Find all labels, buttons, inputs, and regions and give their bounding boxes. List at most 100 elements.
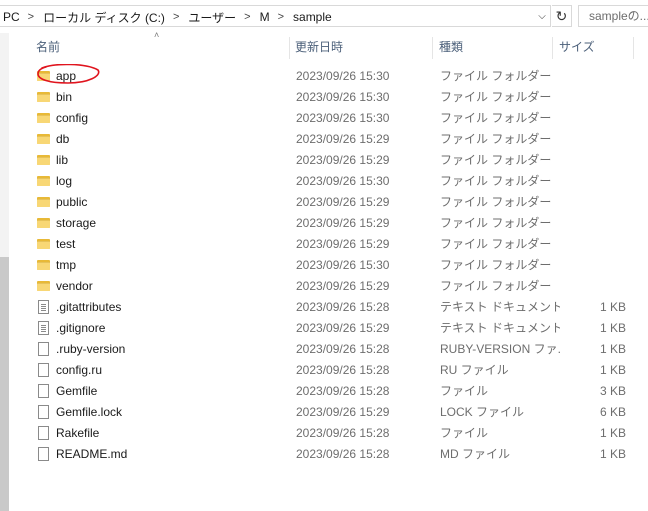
file-row-gitignore[interactable]: .gitignore 2023/09/26 15:29 テキスト ドキュメント 1 K… <box>30 317 648 338</box>
file-modified-date: 2023/09/26 15:29 <box>296 320 390 335</box>
file-type: ファイル フォルダー <box>440 69 552 83</box>
file-row-db[interactable]: db 2023/09/26 15:29 ファイル フォルダー <box>30 128 648 149</box>
file-modified-date: 2023/09/26 15:28 <box>296 446 390 461</box>
file-size <box>556 107 626 128</box>
file-modified-date: 2023/09/26 15:29 <box>296 236 390 251</box>
file-name: config.ru <box>56 362 103 377</box>
file-row-lib[interactable]: lib 2023/09/26 15:29 ファイル フォルダー <box>30 149 648 170</box>
file-name: db <box>56 131 70 146</box>
file-name: public <box>56 194 88 209</box>
file-modified-date: 2023/09/26 15:30 <box>296 173 390 188</box>
file-list: app 2023/09/26 15:30 ファイル フォルダー bin 2023/09/… <box>30 65 648 464</box>
column-header-size[interactable]: サイズ <box>559 33 619 60</box>
folder-icon <box>36 133 50 144</box>
file-row-gitattributes[interactable]: .gitattributes 2023/09/26 15:28 テキスト ドキュメン… <box>30 296 648 317</box>
column-divider[interactable] <box>552 37 553 59</box>
file-name: Gemfile <box>56 383 98 398</box>
column-header-date[interactable]: 更新日時 <box>295 33 435 60</box>
refresh-button[interactable]: ↻ <box>552 5 572 27</box>
file-row-gemfile-lock[interactable]: Gemfile.lock 2023/09/26 15:29 LOCK ファイル 6 K… <box>30 401 648 422</box>
file-modified-date: 2023/09/26 15:29 <box>296 152 390 167</box>
file-row-config[interactable]: config 2023/09/26 15:30 ファイル フォルダー <box>30 107 648 128</box>
breadcrumb-item[interactable]: PC <box>3 10 20 24</box>
file-size <box>556 212 626 233</box>
file-size <box>556 128 626 149</box>
file-modified-date: 2023/09/26 15:29 <box>296 194 390 209</box>
file-modified-date: 2023/09/26 15:30 <box>296 68 390 83</box>
file-modified-date: 2023/09/26 15:29 <box>296 278 390 293</box>
address-bar: PC > ローカル ディスク (C:) > ユーザー > M > sample ⌵ ↻ <box>0 0 648 33</box>
breadcrumb-item[interactable]: ローカル ディスク (C:) <box>43 9 165 26</box>
file-size: 1 KB <box>599 425 626 440</box>
address-history-button[interactable]: ⌵ <box>533 5 551 27</box>
file-row-log[interactable]: log 2023/09/26 15:30 ファイル フォルダー <box>30 170 648 191</box>
file-icon-cell <box>34 443 52 464</box>
file-type: ファイル フォルダー <box>440 258 552 272</box>
file-row-gemfile[interactable]: Gemfile 2023/09/26 15:28 ファイル 3 KB <box>30 380 648 401</box>
folder-icon <box>36 259 50 270</box>
folder-icon <box>36 70 50 81</box>
file-size <box>556 65 626 86</box>
file-size <box>556 86 626 107</box>
column-header-type-label: 種類 <box>439 40 464 54</box>
file-type: LOCK ファイル <box>440 405 525 419</box>
file-size: 1 KB <box>599 341 626 356</box>
file-icon <box>37 341 49 356</box>
file-row-app[interactable]: app 2023/09/26 15:30 ファイル フォルダー <box>30 65 648 86</box>
file-modified-date: 2023/09/26 15:28 <box>296 362 390 377</box>
file-row-tmp[interactable]: tmp 2023/09/26 15:30 ファイル フォルダー <box>30 254 648 275</box>
folder-icon <box>36 91 50 102</box>
breadcrumb[interactable]: PC > ローカル ディスク (C:) > ユーザー > M > sample <box>0 5 551 27</box>
column-header-name[interactable]: 名前 <box>36 33 286 60</box>
text-document-icon <box>37 320 49 335</box>
file-row-bin[interactable]: bin 2023/09/26 15:30 ファイル フォルダー <box>30 86 648 107</box>
file-icon-cell <box>34 86 52 107</box>
breadcrumb-chevron-icon[interactable]: > <box>173 11 179 23</box>
file-row-readme-md[interactable]: README.md 2023/09/26 15:28 MD ファイル 1 KB <box>30 443 648 464</box>
column-header-type[interactable]: 種類 <box>439 33 549 60</box>
file-type: MD ファイル <box>440 447 510 461</box>
file-modified-date: 2023/09/26 15:28 <box>296 425 390 440</box>
breadcrumb-item[interactable]: ユーザー <box>188 9 236 26</box>
column-divider[interactable] <box>289 37 290 59</box>
file-type: テキスト ドキュメント <box>440 321 560 335</box>
file-icon-cell <box>34 107 52 128</box>
file-row-config-ru[interactable]: config.ru 2023/09/26 15:28 RU ファイル 1 KB <box>30 359 648 380</box>
search-box[interactable] <box>578 5 648 27</box>
file-icon-cell <box>34 212 52 233</box>
file-row-ruby-version[interactable]: .ruby-version 2023/09/26 15:28 RUBY-VERSIO… <box>30 338 648 359</box>
breadcrumb-item[interactable]: M <box>260 10 270 24</box>
file-icon-cell <box>34 380 52 401</box>
file-type: ファイル <box>440 384 489 398</box>
file-icon-cell <box>34 128 52 149</box>
column-divider[interactable] <box>432 37 433 59</box>
breadcrumb-chevron-icon[interactable]: > <box>28 11 34 23</box>
folder-icon <box>36 112 50 123</box>
breadcrumb-chevron-icon[interactable]: > <box>278 11 284 23</box>
breadcrumb-item[interactable]: sample <box>293 10 332 24</box>
file-row-storage[interactable]: storage 2023/09/26 15:29 ファイル フォルダー <box>30 212 648 233</box>
file-modified-date: 2023/09/26 15:28 <box>296 383 390 398</box>
file-row-public[interactable]: public 2023/09/26 15:29 ファイル フォルダー <box>30 191 648 212</box>
folder-icon <box>36 154 50 165</box>
file-modified-date: 2023/09/26 15:30 <box>296 110 390 125</box>
breadcrumb-chevron-icon[interactable]: > <box>244 11 250 23</box>
file-size <box>556 191 626 212</box>
navigation-pane-scrollbar[interactable] <box>0 33 9 511</box>
file-name: .gitattributes <box>56 299 122 314</box>
file-icon-cell <box>34 65 52 86</box>
file-row-vendor[interactable]: vendor 2023/09/26 15:29 ファイル フォルダー <box>30 275 648 296</box>
scrollbar-thumb[interactable] <box>0 257 9 511</box>
file-name: tmp <box>56 257 77 272</box>
file-type: テキスト ドキュメント <box>440 300 560 314</box>
breadcrumb-items: PC > ローカル ディスク (C:) > ユーザー > M > sample <box>3 6 332 28</box>
file-size: 1 KB <box>599 362 626 377</box>
search-input[interactable] <box>589 9 648 23</box>
file-icon-cell <box>34 296 52 317</box>
column-divider[interactable] <box>633 37 634 59</box>
file-type: ファイル フォルダー <box>440 216 552 230</box>
file-row-rakefile[interactable]: Rakefile 2023/09/26 15:28 ファイル 1 KB <box>30 422 648 443</box>
file-type: ファイル フォルダー <box>440 132 552 146</box>
file-name: lib <box>56 152 69 167</box>
file-row-test[interactable]: test 2023/09/26 15:29 ファイル フォルダー <box>30 233 648 254</box>
